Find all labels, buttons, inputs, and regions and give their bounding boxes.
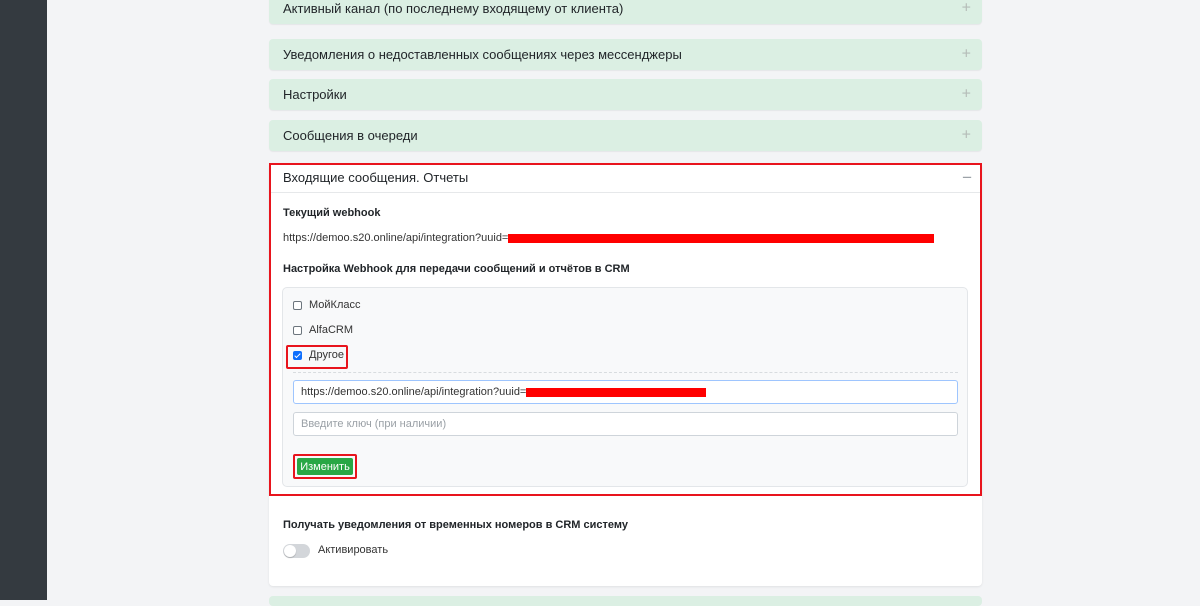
- key-input-placeholder: Введите ключ (при наличии): [301, 418, 447, 430]
- current-webhook-heading: Текущий webhook: [283, 207, 381, 219]
- accordion-active-channel[interactable]: Активный канал (по последнему входящему …: [269, 0, 982, 24]
- activate-toggle[interactable]: [283, 544, 310, 558]
- webhook-settings-panel: МойКласс AlfaCRM Другое https://demoo.s2…: [282, 287, 968, 487]
- webhook-url-text: https://demoo.s20.online/api/integration…: [283, 232, 509, 244]
- accordion-settings[interactable]: Настройки +: [269, 79, 982, 110]
- accordion-title: Уведомления о недоставленных сообщениях …: [283, 47, 682, 62]
- accordion-title: Настройки: [283, 87, 347, 102]
- redaction-mark: [508, 233, 935, 243]
- checkbox-checked[interactable]: [293, 350, 302, 360]
- expand-plus-icon[interactable]: +: [962, 127, 971, 143]
- expand-plus-icon[interactable]: +: [962, 86, 971, 102]
- activate-label: Активировать: [318, 544, 389, 556]
- webhook-url-value: https://demoo.s20.online/api/integration…: [301, 386, 527, 398]
- accordion-next-header[interactable]: [269, 596, 982, 606]
- accordion-title[interactable]: Входящие сообщения. Отчеты: [283, 170, 468, 185]
- accordion-queued-messages[interactable]: Сообщения в очереди +: [269, 120, 982, 151]
- option-label: Другое: [309, 349, 344, 361]
- app-sidebar: [0, 0, 47, 600]
- checkbox[interactable]: [293, 300, 302, 310]
- toggle-knob: [284, 545, 296, 557]
- option-label: МойКласс: [309, 299, 361, 311]
- expand-plus-icon[interactable]: +: [962, 46, 971, 62]
- divider: [271, 192, 980, 193]
- collapse-minus-icon[interactable]: −: [962, 168, 972, 188]
- current-webhook-url: https://demoo.s20.online/api/integration…: [283, 232, 935, 244]
- option-moyklass[interactable]: МойКласс: [293, 297, 361, 313]
- option-other[interactable]: Другое: [293, 347, 344, 363]
- divider: [293, 372, 958, 373]
- accordion-undelivered-notifications[interactable]: Уведомления о недоставленных сообщениях …: [269, 39, 982, 70]
- webhook-url-input[interactable]: https://demoo.s20.online/api/integration…: [293, 380, 958, 404]
- option-alfacrm[interactable]: AlfaCRM: [293, 322, 353, 338]
- highlight-submit: Изменить: [293, 454, 357, 479]
- checkbox[interactable]: [293, 325, 302, 335]
- webhook-key-input[interactable]: Введите ключ (при наличии): [293, 412, 958, 436]
- webhook-settings-heading: Настройка Webhook для передачи сообщений…: [283, 263, 630, 275]
- temp-numbers-heading: Получать уведомления от временных номеро…: [283, 519, 628, 531]
- expand-plus-icon[interactable]: +: [962, 0, 971, 16]
- accordion-incoming-reports: Входящие сообщения. Отчеты − Текущий web…: [269, 163, 982, 586]
- option-label: AlfaCRM: [309, 324, 354, 336]
- change-button[interactable]: Изменить: [297, 458, 353, 475]
- accordion-title: Активный канал (по последнему входящему …: [283, 1, 624, 16]
- accordion-title: Сообщения в очереди: [283, 128, 418, 143]
- redaction-mark: [526, 387, 707, 397]
